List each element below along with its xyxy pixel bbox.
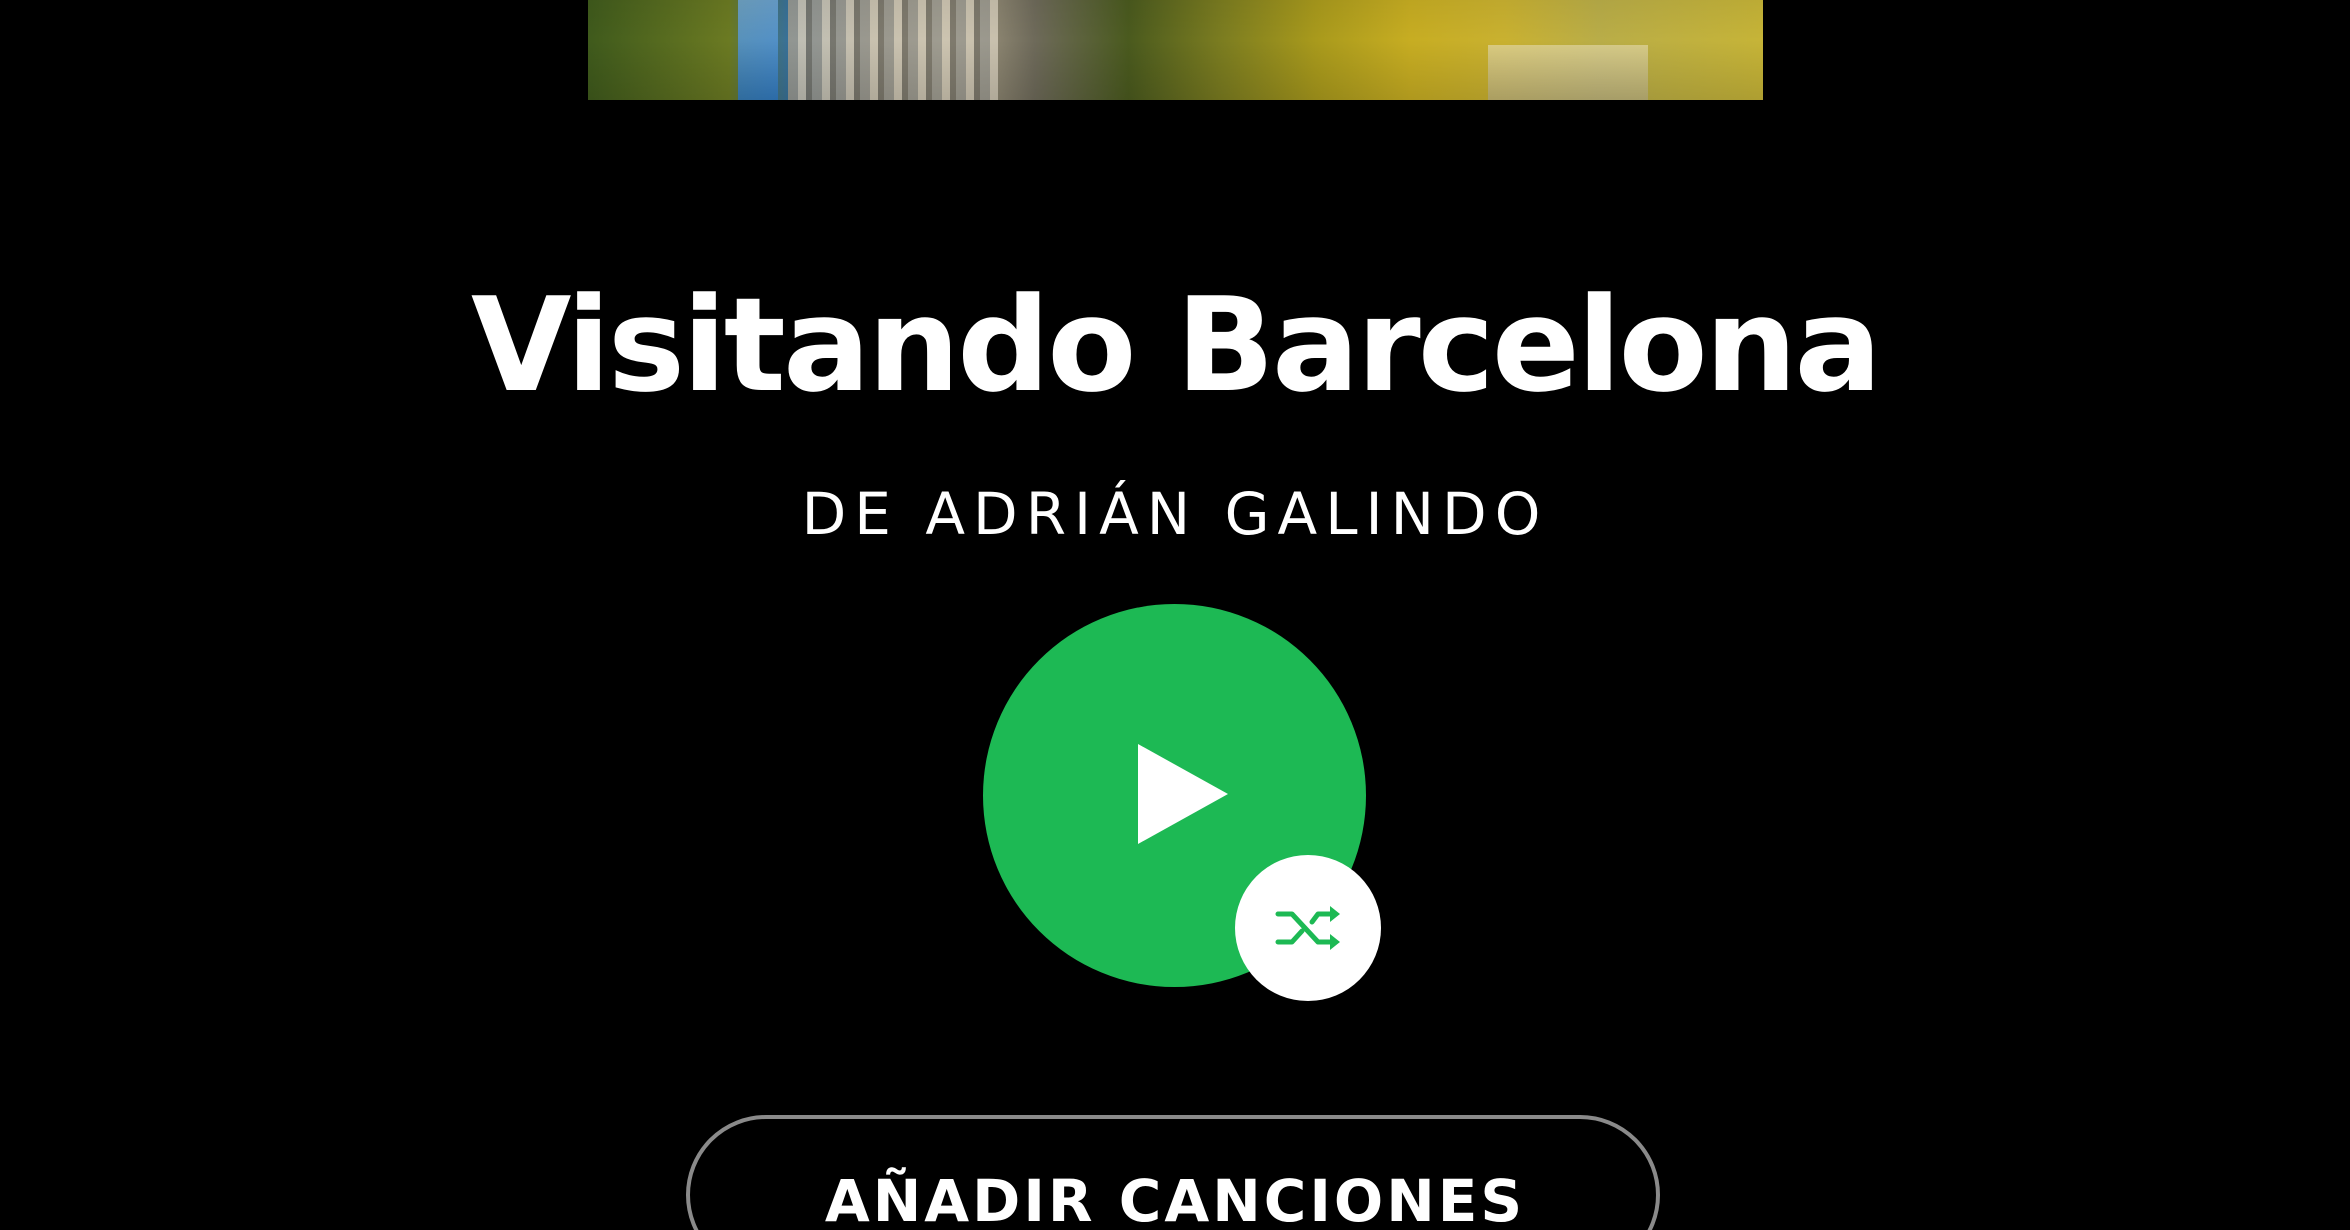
- playlist-title: Visitando Barcelona: [470, 269, 1882, 421]
- playlist-cover-image: [588, 0, 1763, 100]
- playlist-owner: DE ADRIÁN GALINDO: [801, 480, 1549, 548]
- cover-shade: [588, 0, 1763, 100]
- shuffle-icon: [1275, 906, 1340, 950]
- add-songs-label: AÑADIR CANCIONES: [824, 1167, 1526, 1230]
- playlist-screen: Visitando Barcelona DE ADRIÁN GALINDO AÑ…: [0, 0, 2350, 1230]
- shuffle-button[interactable]: [1235, 855, 1381, 1001]
